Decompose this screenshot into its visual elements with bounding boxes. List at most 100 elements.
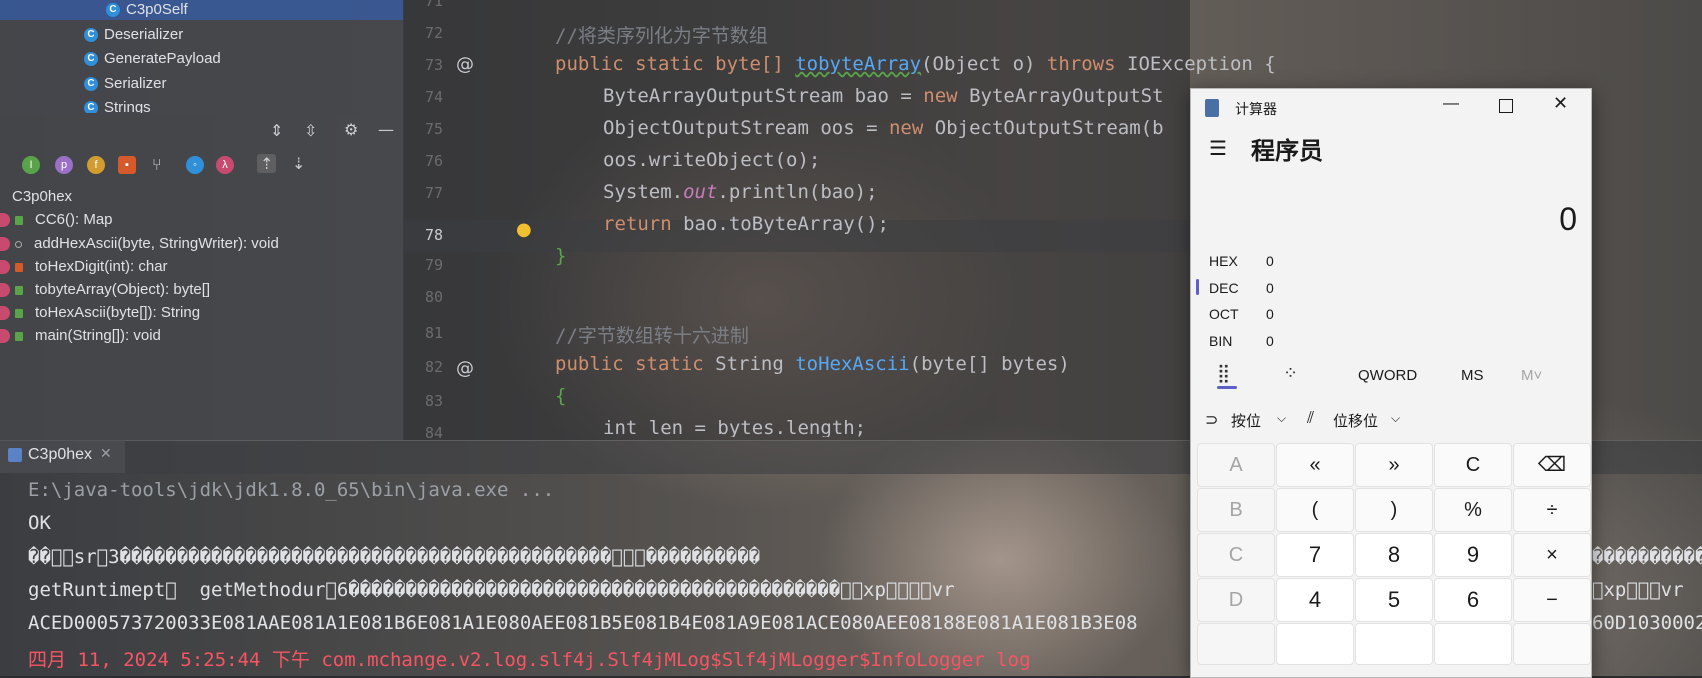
register-oct[interactable]: OCT: [1209, 306, 1239, 322]
key-row-partial[interactable]: [1513, 623, 1591, 665]
key-6[interactable]: 6: [1434, 578, 1512, 622]
console-line: getRuntimept  getMethodur 6�������������…: [28, 579, 955, 601]
key-subtract[interactable]: −: [1513, 578, 1591, 622]
bitshift-icon: ⫽: [1307, 410, 1315, 427]
memory-store-button[interactable]: MS: [1461, 367, 1484, 384]
key-d[interactable]: D: [1197, 578, 1275, 622]
sort-up-icon[interactable]: ⇡: [257, 154, 277, 173]
key-5[interactable]: 5: [1355, 578, 1433, 622]
fields-icon[interactable]: f: [87, 156, 105, 174]
register-dec[interactable]: DEC: [1209, 280, 1239, 296]
structure-root[interactable]: C3p0hex: [12, 185, 72, 209]
key-divide[interactable]: ÷: [1513, 488, 1591, 532]
tree-item-c3p0self[interactable]: C C3p0Self: [106, 0, 188, 21]
console-line-overflow: ����������: [1592, 546, 1702, 568]
key-b[interactable]: B: [1197, 488, 1275, 532]
class-icon: C: [84, 77, 98, 92]
key-c-hex[interactable]: C: [1197, 533, 1275, 577]
key-a[interactable]: A: [1197, 443, 1275, 487]
tree-item-serializer[interactable]: C Serializer: [84, 73, 167, 95]
console-line: �� sr 3��������������������������������…: [28, 546, 761, 568]
bitshift-dropdown[interactable]: 位移位: [1333, 410, 1378, 431]
key-right-shift[interactable]: »: [1355, 443, 1433, 487]
keypad-tab-indicator: [1217, 386, 1237, 389]
key-row-partial[interactable]: [1197, 623, 1275, 665]
close-icon[interactable]: ✕: [100, 446, 112, 462]
anonymous-icon[interactable]: ⑂: [152, 155, 162, 174]
member-item[interactable]: toHexAscii(byte[]): String: [0, 301, 200, 325]
code-line-76: oos.writeObject(o);: [603, 149, 821, 171]
line-number: 84: [424, 424, 443, 438]
non-public-icon[interactable]: ▪: [118, 156, 136, 174]
maximize-window-icon[interactable]: [1499, 99, 1513, 113]
bit-toggle-keypad-icon[interactable]: ⁘: [1283, 363, 1298, 384]
hamburger-menu-icon[interactable]: ☰: [1209, 136, 1227, 161]
member-item[interactable]: CC6(): Map: [0, 208, 113, 232]
key-clear[interactable]: C: [1434, 443, 1512, 487]
key-row-partial[interactable]: [1434, 623, 1512, 665]
register-hex[interactable]: HEX: [1209, 253, 1238, 269]
code-line-84: int len = bytes.length;: [603, 417, 867, 437]
member-item[interactable]: tobyteArray(Object): byte[]: [0, 278, 210, 302]
minimize-icon[interactable]: —: [378, 120, 394, 139]
key-4[interactable]: 4: [1276, 578, 1354, 622]
gear-icon[interactable]: ⚙: [344, 120, 358, 139]
calculator-app-icon: [1205, 99, 1219, 117]
tree-item-strings[interactable]: C Strings: [84, 97, 151, 113]
memory-list-button[interactable]: M˅: [1521, 367, 1542, 384]
sort-down-icon[interactable]: ⇣: [292, 154, 305, 173]
window-title: 计算器: [1235, 101, 1277, 117]
tree-item-deserializer[interactable]: C Deserializer: [84, 24, 183, 46]
code-comment: //字节数组转十六进制: [555, 325, 749, 347]
word-size-button[interactable]: QWORD: [1358, 367, 1417, 384]
override-icon[interactable]: @: [456, 358, 474, 379]
lambda-icon[interactable]: ◦: [186, 156, 204, 174]
key-left-shift[interactable]: «: [1276, 443, 1354, 487]
inherited-icon[interactable]: I: [22, 156, 40, 174]
run-config-icon: [8, 448, 22, 462]
tree-item-generatepayload[interactable]: C GeneratePayload: [84, 48, 221, 70]
key-row-partial[interactable]: [1276, 623, 1354, 665]
bitwise-dropdown[interactable]: 按位: [1231, 410, 1261, 431]
method-icon: [0, 306, 10, 321]
line-number: 73: [424, 56, 443, 74]
key-row-partial[interactable]: [1355, 623, 1433, 665]
override-icon[interactable]: @: [456, 54, 474, 75]
key-open-paren[interactable]: (: [1276, 488, 1354, 532]
line-number: 82: [424, 358, 443, 376]
minimize-window-icon[interactable]: —: [1443, 95, 1459, 113]
key-close-paren[interactable]: ): [1355, 488, 1433, 532]
line-number: 75: [424, 120, 443, 138]
full-keypad-icon[interactable]: ⣿: [1217, 363, 1230, 384]
project-tree: C C3p0Self C Deserializer C GeneratePayload…: [0, 0, 404, 115]
close-window-icon[interactable]: ✕: [1553, 93, 1568, 114]
bitwise-icon: ⊃: [1205, 412, 1219, 429]
key-7[interactable]: 7: [1276, 533, 1354, 577]
line-number: 76: [424, 152, 443, 170]
key-8[interactable]: 8: [1355, 533, 1433, 577]
chevron-down-icon: ⌵: [1391, 411, 1401, 425]
register-bin[interactable]: BIN: [1209, 333, 1232, 349]
line-number: 80: [424, 288, 443, 306]
register-value: 0: [1266, 306, 1274, 322]
expand-all-icon[interactable]: ⇕: [270, 121, 283, 140]
structure-panel: ⇕ ⇳ ⚙ — I p f ▪ ⑂ ◦ λ ⇡ ⇣ C3p0hex CC6():…: [0, 115, 404, 440]
code-line-77: System.out.println(bao);: [603, 181, 878, 203]
key-multiply[interactable]: ×: [1513, 533, 1591, 577]
member-item[interactable]: toHexDigit(int): char: [0, 255, 168, 279]
code-line-73: public static byte[] tobyteArray(Object …: [555, 53, 1276, 75]
key-9[interactable]: 9: [1434, 533, 1512, 577]
member-item[interactable]: main(String[]): void: [0, 324, 161, 348]
run-tab[interactable]: C3p0hex ✕: [0, 440, 125, 473]
key-backspace[interactable]: ⌫: [1513, 443, 1591, 487]
key-percent[interactable]: %: [1434, 488, 1512, 532]
member-item[interactable]: addHexAscii(byte, StringWriter): void: [0, 232, 279, 256]
chevron-down-icon: ⌵: [1277, 411, 1287, 425]
lightbulb-icon[interactable]: ●: [516, 219, 532, 240]
lambda2-icon[interactable]: λ: [216, 156, 234, 174]
properties-icon[interactable]: p: [55, 156, 73, 174]
method-icon: [0, 283, 10, 298]
collapse-all-icon[interactable]: ⇳: [304, 121, 317, 140]
register-value: 0: [1266, 333, 1274, 349]
console-line-overflow:  xp   vr: [1592, 579, 1684, 601]
